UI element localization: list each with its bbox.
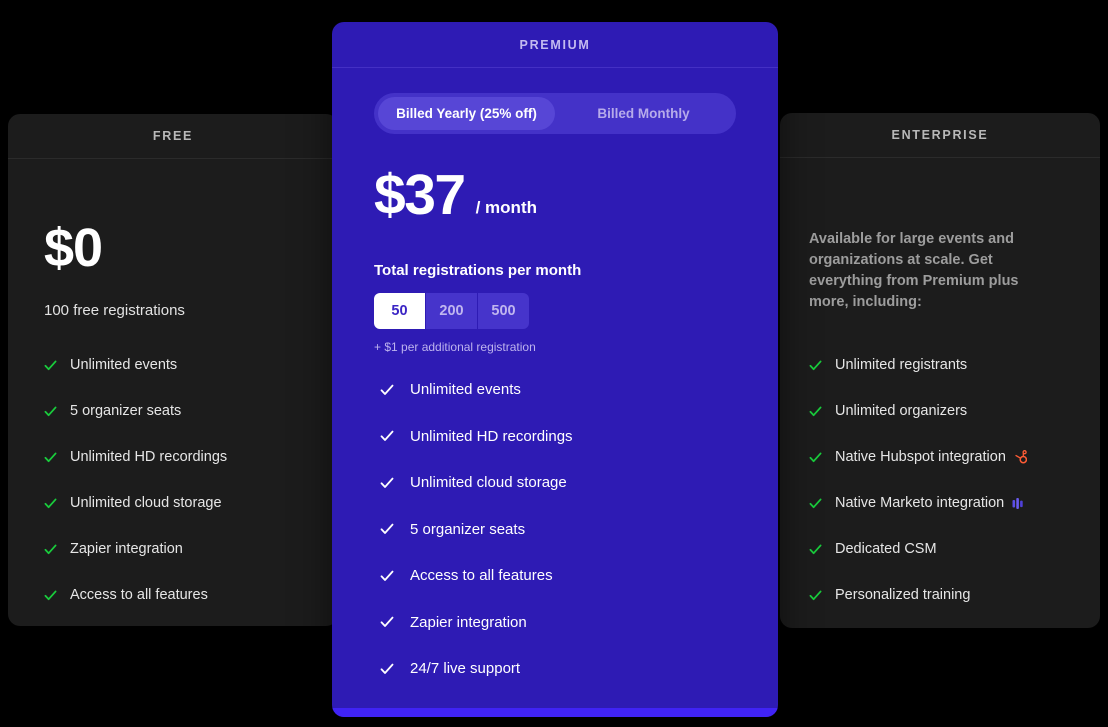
plan-card-premium: PREMIUM Billed Yearly (25% off) Billed M…	[332, 22, 778, 717]
plan-card-enterprise: ENTERPRISE Available for large events an…	[780, 113, 1100, 628]
price-premium: $37	[374, 163, 466, 227]
plan-title-premium: PREMIUM	[519, 37, 591, 52]
check-icon	[809, 360, 822, 370]
marketo-icon	[1012, 497, 1024, 510]
check-icon	[44, 590, 57, 600]
plan-card-free: FREE $0 100 free registrations Unlimited…	[8, 114, 338, 626]
price-row-premium: $37 / month	[374, 167, 736, 224]
feature-label: Access to all features	[70, 587, 208, 603]
check-icon	[44, 406, 57, 416]
list-item: Native Marketo integration	[809, 496, 1066, 511]
billing-option-label: Billed Monthly	[597, 106, 690, 121]
check-icon	[380, 384, 394, 395]
list-item: 5 organizer seats	[44, 404, 304, 419]
plan-body-enterprise: Available for large events and organizat…	[780, 158, 1100, 628]
list-item: Zapier integration	[380, 615, 736, 630]
plan-description-enterprise: Available for large events and organizat…	[809, 231, 1019, 310]
registration-tier-50[interactable]: 50	[374, 293, 426, 329]
list-item: Native Hubspot integration	[809, 450, 1066, 465]
hubspot-icon	[1014, 450, 1027, 464]
feature-label: Unlimited cloud storage	[410, 474, 567, 491]
feature-list-premium: Unlimited events Unlimited HD recordings…	[374, 382, 736, 676]
list-item: Access to all features	[380, 568, 736, 583]
check-icon	[44, 498, 57, 508]
price-free: $0	[44, 218, 103, 278]
check-icon	[380, 616, 394, 627]
feature-label: Unlimited organizers	[835, 403, 968, 419]
check-icon	[44, 452, 57, 462]
feature-label: Unlimited events	[70, 357, 178, 373]
check-icon	[809, 498, 822, 508]
list-item: Unlimited events	[380, 382, 736, 397]
price-period-premium: / month	[475, 198, 537, 217]
overage-note: + $1 per additional registration	[374, 340, 536, 354]
plan-title-free: FREE	[152, 129, 194, 143]
list-item: 5 organizer seats	[380, 522, 736, 537]
feature-label: 5 organizer seats	[410, 520, 526, 538]
billing-option-monthly[interactable]: Billed Monthly	[555, 97, 732, 130]
feature-label: Zapier integration	[410, 613, 527, 631]
list-item: Unlimited HD recordings	[380, 429, 736, 444]
billing-option-label: Billed Yearly (25% off)	[396, 106, 537, 121]
plan-header-free: FREE	[8, 114, 338, 159]
registration-tier-selector[interactable]: 50 200 500	[374, 293, 529, 329]
check-icon	[380, 570, 394, 581]
feature-label: 24/7 live support	[410, 660, 521, 677]
list-item: Unlimited cloud storage	[44, 496, 304, 511]
list-item: Dedicated CSM	[809, 542, 1066, 557]
billing-option-yearly[interactable]: Billed Yearly (25% off)	[378, 97, 555, 130]
check-icon	[809, 452, 822, 462]
registration-tier-200[interactable]: 200	[426, 293, 478, 329]
plan-title-enterprise: ENTERPRISE	[891, 128, 989, 142]
feature-label: Unlimited cloud storage	[70, 495, 222, 511]
feature-label: Dedicated CSM	[835, 541, 937, 557]
check-icon	[380, 523, 394, 534]
feature-label: Unlimited registrants	[835, 357, 968, 373]
plan-header-premium: PREMIUM	[332, 22, 778, 68]
list-item: Unlimited HD recordings	[44, 450, 304, 465]
plan-body-free: $0 100 free registrations Unlimited even…	[8, 159, 338, 626]
feature-label: Unlimited events	[410, 381, 521, 398]
check-icon	[380, 663, 394, 674]
price-note-free: 100 free registrations	[44, 302, 185, 319]
feature-label: 5 organizer seats	[70, 403, 182, 419]
feature-list-enterprise: Unlimited registrants Unlimited organize…	[809, 358, 1066, 628]
billing-period-toggle[interactable]: Billed Yearly (25% off) Billed Monthly	[374, 93, 736, 134]
feature-label: Zapier integration	[70, 541, 183, 557]
check-icon	[809, 406, 822, 416]
list-item: Unlimited organizers	[809, 404, 1066, 419]
plan-body-premium: Billed Yearly (25% off) Billed Monthly $…	[332, 68, 778, 708]
registrations-label: Total registrations per month	[374, 262, 582, 279]
feature-label: Native Hubspot integration	[835, 449, 1006, 465]
list-item: Access to all features	[44, 588, 304, 603]
feature-list-free: Unlimited events 5 organizer seats Unlim…	[44, 358, 304, 603]
list-item: Unlimited registrants	[809, 358, 1066, 373]
feature-label: Personalized training	[835, 587, 971, 603]
pricing-page: FREE $0 100 free registrations Unlimited…	[0, 0, 1108, 727]
plan-header-enterprise: ENTERPRISE	[780, 113, 1100, 158]
check-icon	[809, 544, 822, 554]
feature-label: Native Marketo integration	[835, 495, 1005, 511]
registration-tier-500[interactable]: 500	[478, 293, 529, 329]
feature-label: Unlimited HD recordings	[410, 427, 573, 445]
list-item: 24/7 live support	[380, 661, 736, 676]
list-item: Unlimited events	[44, 358, 304, 373]
plan-footer-premium[interactable]: Get started for free No credit card requ…	[332, 707, 778, 717]
check-icon	[380, 430, 394, 441]
feature-label: Access to all features	[410, 567, 553, 584]
list-item: Unlimited cloud storage	[380, 475, 736, 490]
list-item: Zapier integration	[44, 542, 304, 557]
list-item: Personalized training	[809, 588, 1066, 603]
check-icon	[380, 477, 394, 488]
check-icon	[809, 590, 822, 600]
feature-label: Unlimited HD recordings	[70, 449, 228, 465]
check-icon	[44, 544, 57, 554]
check-icon	[44, 360, 57, 370]
